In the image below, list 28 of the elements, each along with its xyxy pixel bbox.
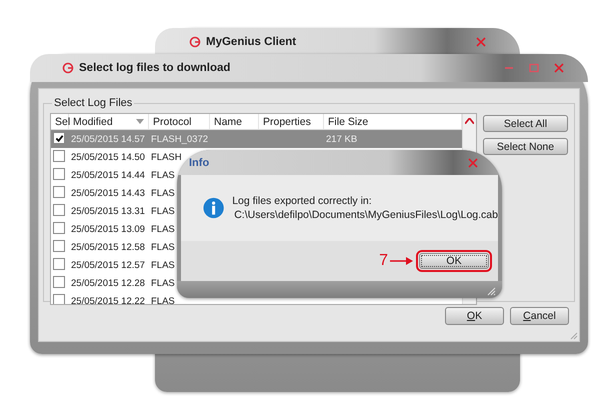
- group-label: Select Log Files: [53, 97, 134, 109]
- table-cell: 25/05/2015 14.43: [71, 188, 145, 198]
- table-cell: FLAS: [151, 224, 175, 234]
- table-cell: 217 KB: [326, 134, 358, 144]
- table-cell: 25/05/2015 12.22: [71, 296, 145, 304]
- table-cell: FLAS: [151, 242, 175, 252]
- window-title: MyGenius Client: [206, 36, 296, 48]
- table-cell: FLAS: [151, 206, 175, 216]
- table-cell: 25/05/2015 14.50: [71, 152, 145, 162]
- table-cell: 25/05/2015 14.57: [71, 134, 145, 144]
- table-cell: 25/05/2015 13.09: [71, 224, 145, 234]
- table-cell: 25/05/2015 12.57: [71, 260, 145, 270]
- dialog-title: Info: [189, 156, 210, 168]
- table-cell: FLAS: [151, 260, 175, 270]
- table-cell: FLAS: [151, 296, 175, 304]
- table-cell: 25/05/2015 14.44: [71, 170, 145, 180]
- table-cell: 25/05/2015 12.28: [71, 278, 145, 288]
- table-cell: FLASH: [151, 152, 182, 162]
- table-cell: 25/05/2015 13.31: [71, 206, 145, 216]
- file-path-text: C:\Users\defilpo\Documents\MyGeniusFiles\Log\Log.cab: [233, 209, 498, 221]
- callout-number: 7: [379, 252, 388, 270]
- table-cell: FLAS: [151, 278, 175, 288]
- table-cell: 25/05/2015 12.58: [71, 242, 145, 252]
- table-cell: FLAS: [151, 170, 175, 180]
- window-title: Select log files to download: [79, 62, 230, 74]
- table-cell: FLAS: [151, 188, 175, 198]
- message-text: Log files exported correctly in:: [232, 195, 373, 207]
- table-cell: FLASH_0372: [151, 134, 208, 144]
